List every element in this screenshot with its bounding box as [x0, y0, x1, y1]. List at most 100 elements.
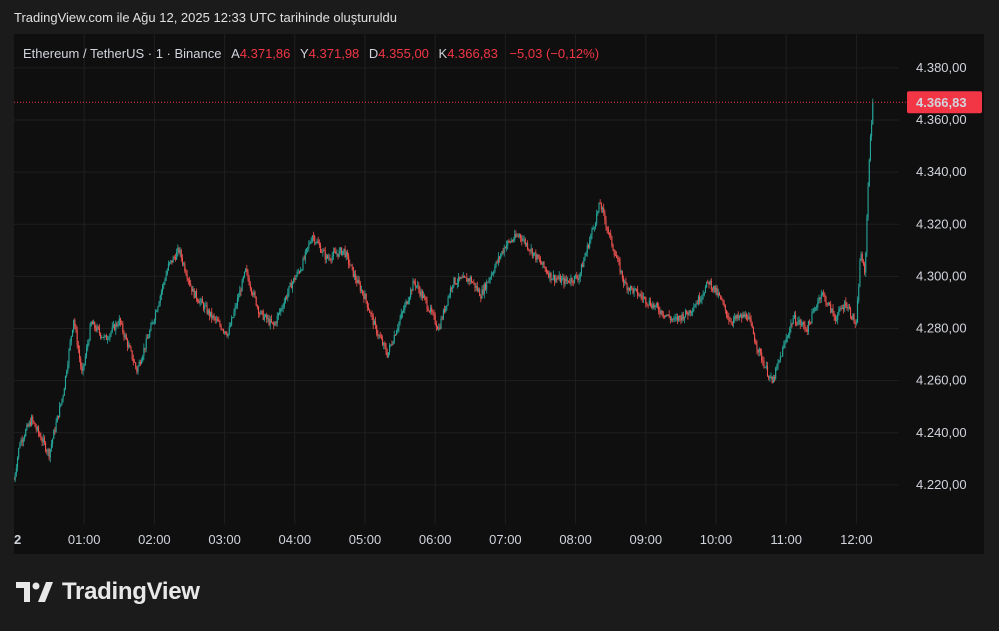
- candle: [661, 310, 663, 318]
- candle: [224, 330, 226, 335]
- candle: [319, 242, 322, 253]
- candle: [449, 285, 451, 299]
- candle: [422, 291, 425, 299]
- candle: [314, 234, 316, 246]
- candle: [396, 329, 398, 336]
- candle: [496, 259, 498, 265]
- candle: [555, 274, 557, 284]
- candle: [328, 253, 330, 261]
- candle: [618, 256, 620, 266]
- candle: [21, 435, 23, 447]
- candle: [524, 237, 526, 247]
- candle: [638, 292, 640, 297]
- candle: [197, 297, 199, 304]
- candle: [613, 248, 615, 258]
- candle: [166, 268, 168, 276]
- candle: [465, 276, 467, 278]
- candle: [406, 300, 408, 305]
- candle: [153, 318, 155, 325]
- candle: [710, 278, 712, 293]
- candle: [620, 269, 622, 275]
- candle: [695, 300, 697, 309]
- candle: [342, 250, 344, 257]
- candle: [600, 201, 602, 213]
- time-axis[interactable]: 2 01:00 02:00 03:00 04:00 05:00 06:00 07:00 08:0…: [14, 532, 873, 547]
- candle: [763, 356, 765, 369]
- candle: [295, 274, 297, 281]
- candle: [463, 275, 465, 278]
- candle: [715, 284, 717, 296]
- candle: [94, 321, 96, 332]
- y-tick-label: 4.340,00: [916, 164, 967, 179]
- candle: [834, 314, 836, 325]
- candle: [617, 255, 619, 263]
- candle: [316, 238, 318, 244]
- candle: [846, 302, 848, 311]
- x-tick-label: 05:00: [349, 532, 382, 547]
- candle: [276, 312, 278, 327]
- candle: [455, 283, 457, 285]
- candle: [855, 319, 857, 326]
- price-axis[interactable]: 4.220,00 4.240,00 4.260,00 4.280,00 4.300,00…: [916, 60, 967, 492]
- candle: [755, 338, 757, 345]
- candle: [298, 270, 301, 274]
- candlestick-chart[interactable]: 4.366,83 4.220,00 4.240,00 4.260,00 4.280,0…: [14, 34, 984, 554]
- candle: [20, 437, 22, 446]
- candle: [816, 304, 818, 311]
- candle: [544, 266, 546, 272]
- candle: [508, 238, 510, 244]
- candle: [186, 270, 188, 282]
- candle: [384, 341, 386, 350]
- candle: [569, 278, 571, 285]
- candle: [104, 335, 106, 338]
- candle: [826, 302, 828, 307]
- candle: [374, 316, 377, 330]
- candle: [720, 295, 722, 300]
- candle: [336, 249, 338, 257]
- candle: [556, 275, 558, 284]
- candle: [770, 372, 772, 380]
- candle: [528, 248, 530, 252]
- candle: [433, 309, 435, 320]
- candle: [201, 295, 203, 304]
- candle: [440, 315, 442, 330]
- candle: [584, 252, 586, 262]
- candle: [438, 323, 440, 332]
- candle: [783, 340, 785, 350]
- candle: [835, 315, 838, 322]
- candle: [689, 309, 691, 317]
- candle: [241, 278, 243, 292]
- candle: [399, 314, 401, 326]
- candle: [401, 310, 403, 318]
- candle: [39, 431, 41, 438]
- candle: [393, 330, 395, 344]
- candle: [509, 240, 511, 244]
- candle: [583, 256, 585, 268]
- x-tick-label: 07:00: [489, 532, 522, 547]
- candle: [398, 321, 400, 333]
- candle: [268, 314, 270, 327]
- candle: [47, 448, 49, 456]
- candle: [851, 315, 853, 320]
- x-tick-label: 12:00: [840, 532, 873, 547]
- tradingview-logo-icon: [16, 582, 53, 602]
- candle: [367, 303, 370, 311]
- candle: [642, 292, 645, 304]
- candle: [383, 342, 385, 350]
- candle: [733, 315, 735, 328]
- candle: [604, 209, 606, 225]
- candle: [323, 248, 325, 252]
- candle: [552, 270, 554, 281]
- candle: [403, 305, 405, 314]
- candle: [415, 285, 418, 289]
- x-tick-label: 03:00: [208, 532, 241, 547]
- candle: [128, 340, 130, 349]
- x-tick-label: 2: [14, 532, 21, 547]
- candle: [630, 285, 632, 295]
- tradingview-brand[interactable]: TradingView: [16, 578, 200, 606]
- candle: [93, 319, 95, 325]
- candle: [771, 376, 773, 384]
- candle: [489, 276, 491, 284]
- candle: [19, 441, 21, 449]
- candle: [580, 263, 582, 277]
